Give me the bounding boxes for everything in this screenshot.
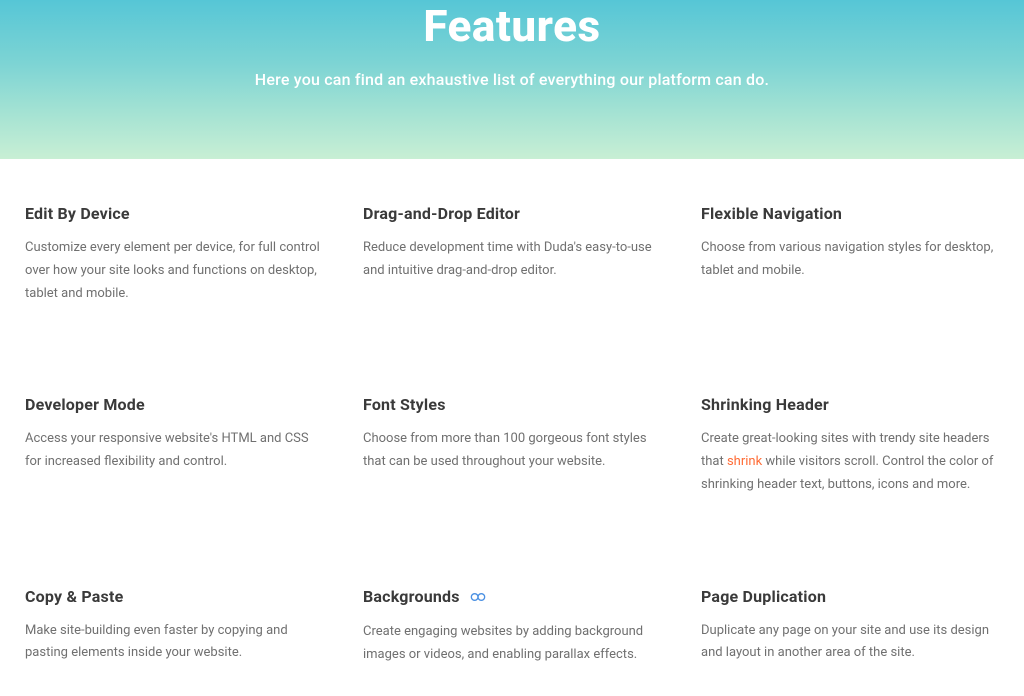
feature-title: Flexible Navigation <box>701 204 999 223</box>
feature-desc: Customize every element per device, for … <box>25 237 323 305</box>
feature-title: Edit By Device <box>25 204 323 223</box>
feature-title: Font Styles <box>363 395 661 414</box>
feature-desc: Duplicate any page on your site and use … <box>701 620 999 666</box>
feature-copy-paste: Copy & Paste Make site-building even fas… <box>25 587 323 667</box>
hero-banner: Features Here you can find an exhaustive… <box>0 0 1024 159</box>
feature-title: Developer Mode <box>25 395 323 414</box>
feature-drag-and-drop: Drag-and-Drop Editor Reduce development … <box>363 204 661 305</box>
features-grid: Edit By Device Customize every element p… <box>0 159 1024 696</box>
link-icon[interactable] <box>470 588 486 607</box>
feature-title: Page Duplication <box>701 587 999 606</box>
page-title: Features <box>20 0 1004 52</box>
shrink-link[interactable]: shrink <box>727 454 762 469</box>
feature-title: Drag-and-Drop Editor <box>363 204 661 223</box>
feature-desc: Choose from various navigation styles fo… <box>701 237 999 283</box>
feature-page-duplication: Page Duplication Duplicate any page on y… <box>701 587 999 667</box>
feature-backgrounds: Backgrounds Create engaging websites by … <box>363 587 661 667</box>
feature-title: Shrinking Header <box>701 395 999 414</box>
feature-flexible-navigation: Flexible Navigation Choose from various … <box>701 204 999 305</box>
feature-desc: Create great-looking sites with trendy s… <box>701 428 999 496</box>
page-subtitle: Here you can find an exhaustive list of … <box>20 70 1004 89</box>
feature-desc: Make site-building even faster by copyin… <box>25 620 323 666</box>
feature-desc: Reduce development time with Duda's easy… <box>363 237 661 283</box>
feature-title: Backgrounds <box>363 587 661 607</box>
feature-developer-mode: Developer Mode Access your responsive we… <box>25 395 323 496</box>
feature-shrinking-header: Shrinking Header Create great-looking si… <box>701 395 999 496</box>
feature-font-styles: Font Styles Choose from more than 100 go… <box>363 395 661 496</box>
feature-desc: Access your responsive website's HTML an… <box>25 428 323 474</box>
feature-title: Copy & Paste <box>25 587 323 606</box>
feature-desc: Create engaging websites by adding backg… <box>363 621 661 667</box>
feature-edit-by-device: Edit By Device Customize every element p… <box>25 204 323 305</box>
feature-title-text: Backgrounds <box>363 587 460 606</box>
feature-desc: Choose from more than 100 gorgeous font … <box>363 428 661 474</box>
